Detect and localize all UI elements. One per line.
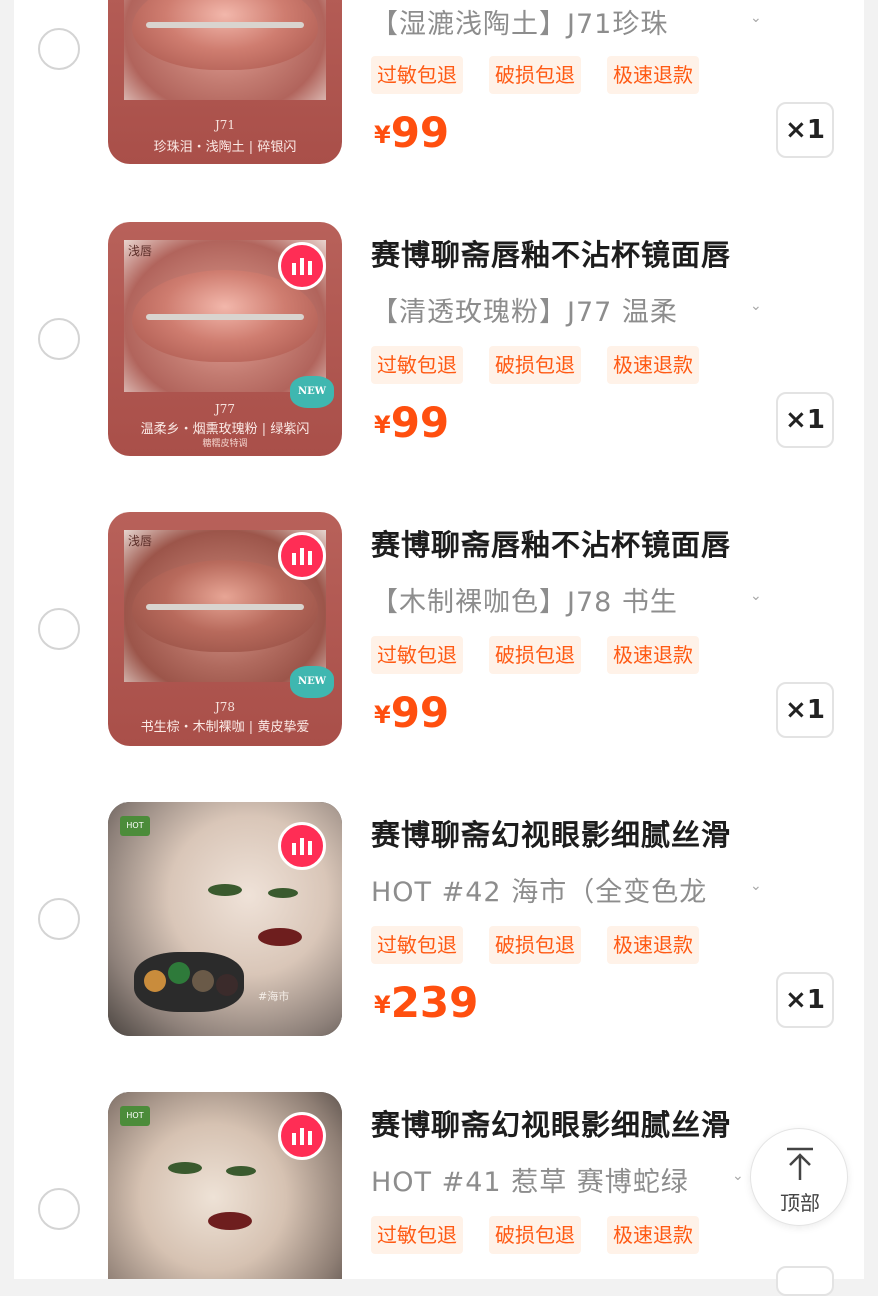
tag-fast-refund: 极速退款 [607, 346, 699, 384]
chevron-down-icon[interactable]: ⌄ [750, 588, 762, 604]
quantity-button[interactable]: ×1 [776, 682, 834, 738]
shade-code: J78 [214, 700, 236, 714]
thumbnail-caption: 温柔乡・烟熏玫瑰粉 | 绿紫闪 [140, 422, 310, 437]
cart-list: J71 珍珠泪・浅陶土 | 碎银闪 【湿漉浅陶土】J71珍珠 ⌄ 过敏包退 破损… [14, 0, 864, 1279]
cart-item: 浅唇 NEW J77 温柔乡・烟熏玫瑰粉 | 绿紫闪 糖糯皮特调 赛博聊斋唇釉不… [14, 220, 864, 460]
thumbnail-caption: 珍珠泪・浅陶土 | 碎银闪 [153, 140, 297, 155]
product-title[interactable]: 赛博聊斋唇釉不沾杯镜面唇 [371, 522, 731, 564]
variant-selector[interactable]: 【木制裸咖色】J78 书生 [371, 580, 678, 619]
tag-damage-return: 破损包退 [489, 1216, 581, 1254]
quantity-button[interactable]: ×1 [776, 392, 834, 448]
thumbnail-caption: 书生棕・木制裸咖 | 黄皮挚爱 [140, 720, 310, 735]
tag-damage-return: 破损包退 [489, 346, 581, 384]
price: ¥99 [374, 108, 450, 157]
product-title[interactable]: 赛博聊斋唇釉不沾杯镜面唇 [371, 232, 731, 274]
hot-badge: HOT [120, 1106, 150, 1126]
new-badge: NEW [290, 666, 334, 698]
tag-allergy-return: 过敏包退 [371, 346, 463, 384]
arrow-up-icon [787, 1147, 813, 1180]
select-checkbox[interactable] [38, 28, 80, 70]
tag-fast-refund: 极速退款 [607, 636, 699, 674]
app-logo-icon [278, 1112, 326, 1160]
app-logo-icon [278, 822, 326, 870]
chevron-down-icon[interactable]: ⌄ [732, 1168, 744, 1184]
variant-selector[interactable]: 【湿漉浅陶土】J71珍珠 [371, 2, 668, 41]
cart-item: J71 珍珠泪・浅陶土 | 碎银闪 【湿漉浅陶土】J71珍珠 ⌄ 过敏包退 破损… [14, 0, 864, 170]
variant-selector[interactable]: HOT #41 惹草 赛博蛇绿 [371, 1160, 689, 1199]
cart-item: HOT #海市 赛博聊斋幻视眼影细腻丝滑 HOT #42 海市（全变色龙 ⌄ 过… [14, 800, 864, 1040]
thumbnail-corner-label: 浅唇 [128, 244, 153, 258]
tag-fast-refund: 极速退款 [607, 926, 699, 964]
cart-item: HOT 赛博聊斋幻视眼影细腻丝滑 HOT #41 惹草 赛博蛇绿 ⌄ 过敏包退 … [14, 1090, 864, 1279]
product-thumbnail[interactable]: HOT [108, 1092, 342, 1279]
product-title[interactable]: 赛博聊斋幻视眼影细腻丝滑 [371, 812, 731, 854]
tag-allergy-return: 过敏包退 [371, 1216, 463, 1254]
price: ¥99 [374, 688, 450, 737]
select-checkbox[interactable] [38, 318, 80, 360]
price: ¥239 [374, 978, 479, 1027]
thumbnail-corner-label: 浅唇 [128, 534, 153, 548]
thumbnail-subcaption: 糖糯皮特调 [202, 439, 248, 449]
select-checkbox[interactable] [38, 1188, 80, 1230]
quantity-button[interactable] [776, 1266, 834, 1296]
lip-photo [124, 0, 326, 100]
tag-allergy-return: 过敏包退 [371, 56, 463, 94]
product-title[interactable]: 赛博聊斋幻视眼影细腻丝滑 [371, 1102, 731, 1144]
product-thumbnail[interactable]: HOT #海市 [108, 802, 342, 1036]
tag-fast-refund: 极速退款 [607, 1216, 699, 1254]
select-checkbox[interactable] [38, 608, 80, 650]
cart-item: 浅唇 NEW J78 书生棕・木制裸咖 | 黄皮挚爱 赛博聊斋唇釉不沾杯镜面唇 … [14, 510, 864, 750]
eyeshadow-palette-image [134, 952, 244, 1012]
chevron-down-icon[interactable]: ⌄ [750, 878, 762, 894]
quantity-button[interactable]: ×1 [776, 102, 834, 158]
chevron-down-icon[interactable]: ⌄ [750, 10, 762, 26]
select-checkbox[interactable] [38, 898, 80, 940]
app-logo-icon [278, 242, 326, 290]
product-thumbnail[interactable]: 浅唇 NEW J78 书生棕・木制裸咖 | 黄皮挚爱 [108, 512, 342, 746]
product-thumbnail[interactable]: 浅唇 NEW J77 温柔乡・烟熏玫瑰粉 | 绿紫闪 糖糯皮特调 [108, 222, 342, 456]
back-to-top-button[interactable]: 顶部 [750, 1128, 848, 1226]
shade-name: #海市 [258, 990, 290, 1003]
variant-selector[interactable]: 【清透玫瑰粉】J77 温柔 [371, 290, 678, 329]
hot-badge: HOT [120, 816, 150, 836]
back-to-top-label: 顶部 [780, 1191, 820, 1215]
shade-code: J71 [214, 118, 236, 132]
tag-fast-refund: 极速退款 [607, 56, 699, 94]
chevron-down-icon[interactable]: ⌄ [750, 298, 762, 314]
app-logo-icon [278, 532, 326, 580]
price: ¥99 [374, 398, 450, 447]
product-thumbnail[interactable]: J71 珍珠泪・浅陶土 | 碎银闪 [108, 0, 342, 164]
tag-allergy-return: 过敏包退 [371, 636, 463, 674]
tag-damage-return: 破损包退 [489, 56, 581, 94]
quantity-button[interactable]: ×1 [776, 972, 834, 1028]
variant-selector[interactable]: HOT #42 海市（全变色龙 [371, 870, 707, 909]
tag-damage-return: 破损包退 [489, 926, 581, 964]
tag-allergy-return: 过敏包退 [371, 926, 463, 964]
tag-damage-return: 破损包退 [489, 636, 581, 674]
shade-code: J77 [214, 402, 236, 416]
